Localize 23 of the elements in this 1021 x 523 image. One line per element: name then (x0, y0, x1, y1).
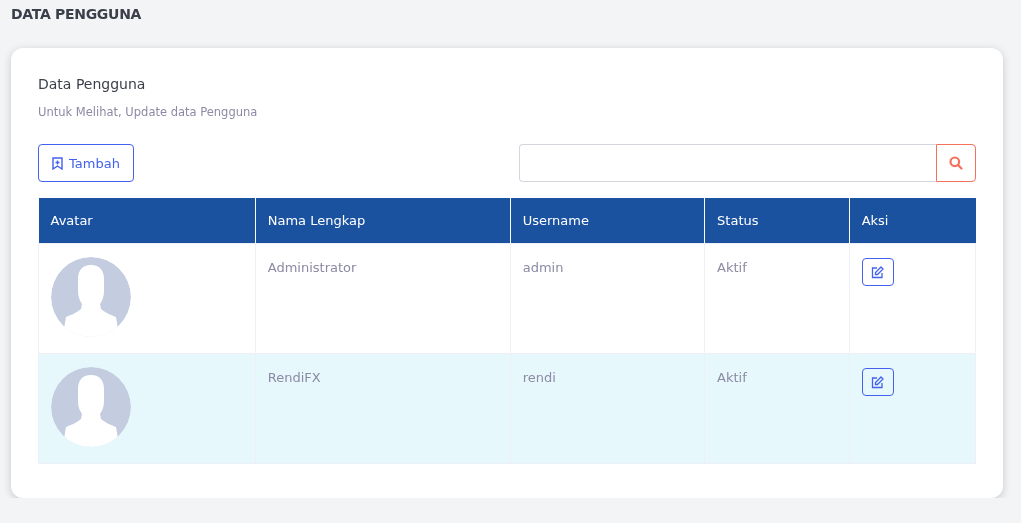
edit-icon (871, 375, 885, 389)
page-title: DATA PENGGUNA (11, 6, 143, 24)
column-header: Aksi (849, 198, 976, 244)
add-button[interactable]: Tambah (38, 144, 134, 182)
column-header: Status (704, 198, 850, 244)
table-cell: Aktif (704, 353, 850, 464)
edit-icon (871, 265, 885, 279)
bookmark-plus-icon (52, 156, 63, 170)
card-title: Data Pengguna (38, 76, 146, 92)
table-cell: admin (510, 243, 705, 354)
table-cell: RendiFX (255, 353, 511, 464)
search-icon (949, 156, 963, 170)
table-cell: Administrator (255, 243, 511, 354)
search-field[interactable] (519, 144, 936, 182)
column-header: Avatar (38, 198, 256, 244)
card-subtitle: Untuk Melihat, Update data Pengguna (38, 105, 258, 119)
column-header: Username (510, 198, 705, 244)
edit-button[interactable] (861, 368, 894, 396)
table-cell: Aktif (704, 243, 850, 354)
search-button[interactable] (936, 144, 976, 182)
table-cell: rendi (510, 353, 705, 464)
column-header: Nama Lengkap (255, 198, 511, 244)
edit-button[interactable] (861, 258, 894, 286)
